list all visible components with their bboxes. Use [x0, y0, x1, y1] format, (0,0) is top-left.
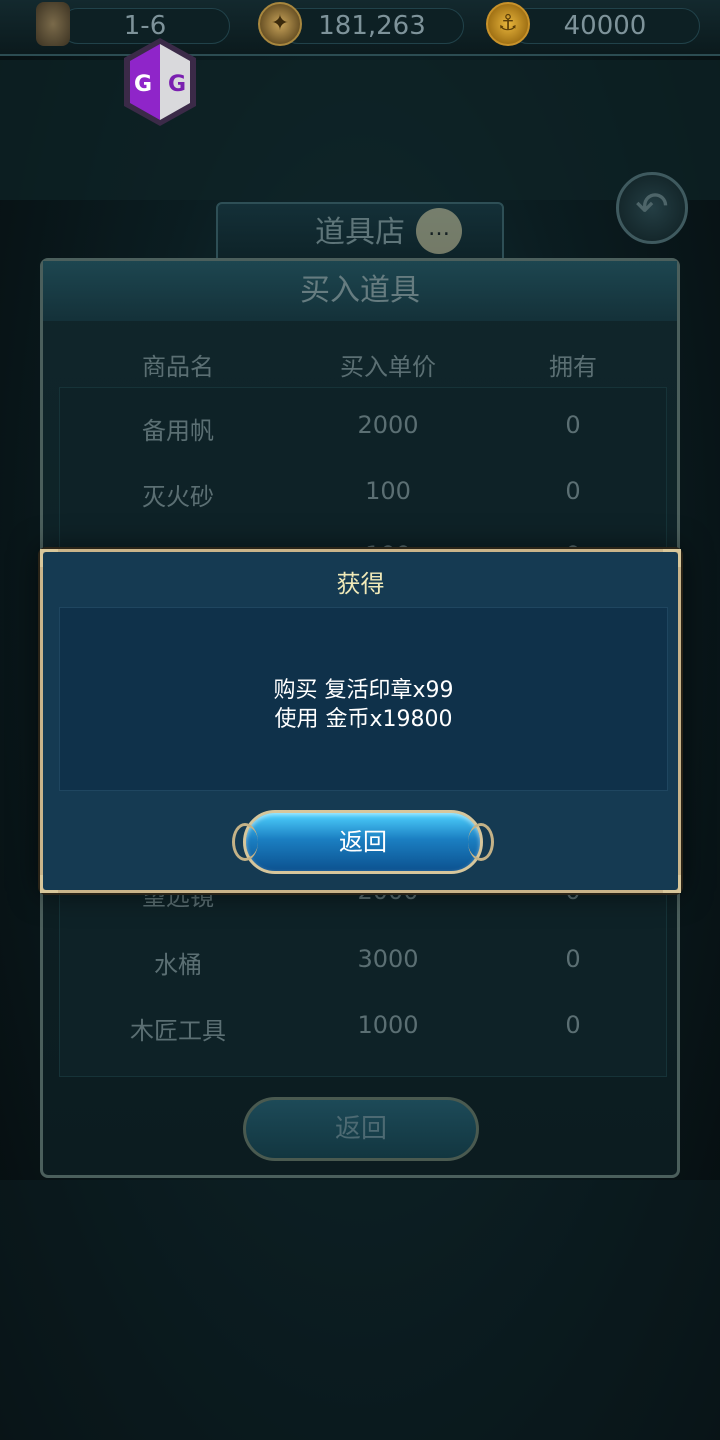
item-owned: 0	[565, 1011, 581, 1039]
dialog-title: 获得	[336, 570, 385, 598]
dialog-message-box: 购买 复活印章x99 使用 金币x19800	[59, 607, 668, 791]
dialog-return-button[interactable]: 返回	[232, 810, 494, 874]
shop-panel-title: 买入道具	[300, 273, 420, 308]
purchase-result-dialog: 获得 购买 复活印章x99 使用 金币x19800 返回	[40, 549, 681, 893]
item-name[interactable]: 备用帆	[103, 411, 253, 446]
item-price: 2000	[357, 411, 419, 439]
item-price: 3000	[357, 945, 419, 973]
compass-icon	[258, 2, 302, 46]
shop-panel-header: 买入道具	[43, 261, 677, 321]
dialog-return-label: 返回	[339, 828, 387, 856]
back-arrow-icon[interactable]: ↶	[616, 172, 688, 244]
svg-text:G: G	[134, 72, 152, 97]
compass-counter: 181,263	[280, 8, 464, 44]
shop-return-button[interactable]: 返回	[243, 1097, 479, 1161]
compass-value: 181,263	[318, 11, 426, 41]
column-header-owned: 拥有	[549, 353, 597, 381]
svg-text:G: G	[168, 72, 186, 97]
background-decor	[0, 60, 720, 200]
item-price: 1000	[357, 1011, 419, 1039]
column-header-name: 商品名	[142, 353, 214, 381]
resource-bar: 1-6 181,263 40000	[0, 0, 720, 56]
coin-counter: 40000	[510, 8, 700, 44]
shop-tab-text: 道具店	[315, 215, 405, 250]
shop-return-label: 返回	[334, 1114, 387, 1144]
purchase-message: 购买 复活印章x99	[273, 678, 454, 703]
button-ornament	[468, 823, 494, 861]
item-name[interactable]: 木匠工具	[103, 1011, 253, 1046]
gg-logo-icon[interactable]: G G	[118, 34, 202, 130]
chat-bubble-icon[interactable]: …	[416, 208, 462, 254]
anchor-coin-icon	[486, 2, 530, 46]
button-ornament	[232, 823, 258, 861]
coin-value: 40000	[563, 11, 647, 41]
item-name[interactable]: 水桶	[103, 945, 253, 980]
item-owned: 0	[565, 945, 581, 973]
column-header-price: 买入单价	[340, 353, 436, 381]
hourglass-icon	[36, 2, 70, 46]
dialog-corner-ornament	[40, 875, 58, 893]
dialog-corner-ornament	[663, 875, 681, 893]
item-owned: 0	[565, 477, 581, 505]
background-decor	[0, 1180, 720, 1440]
item-name[interactable]: 灭火砂	[103, 477, 253, 512]
cost-message: 使用 金币x19800	[274, 707, 453, 732]
item-owned: 0	[565, 411, 581, 439]
item-price: 100	[365, 477, 411, 505]
